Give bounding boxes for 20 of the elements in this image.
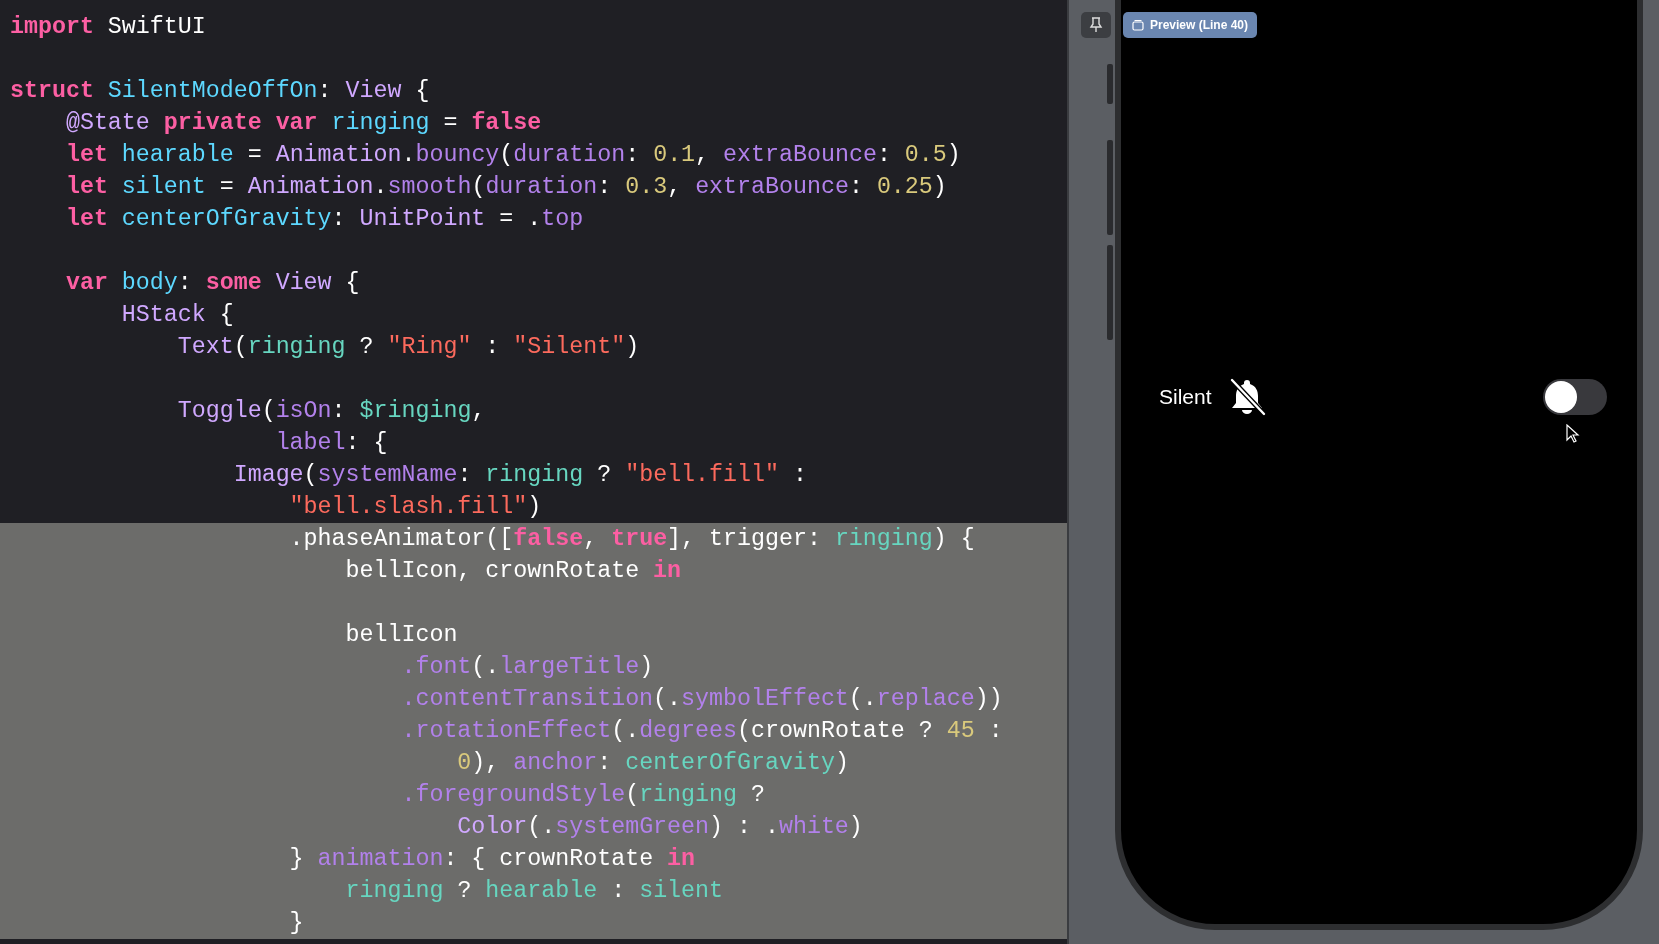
code-line: label: { [274, 429, 389, 458]
code-line: var body: some View { [64, 269, 361, 298]
preview-button[interactable]: Preview (Line 40) [1123, 12, 1258, 38]
pointer-cursor-icon [1566, 424, 1580, 444]
code-line: Text(ringing ? "Ring" : "Silent") [176, 333, 641, 362]
window-icon [1132, 19, 1144, 31]
code-line: HStack { [120, 301, 235, 330]
code-line: let centerOfGravity: UnitPoint = .top [64, 205, 585, 234]
pin-icon [1089, 17, 1103, 33]
code-line: "bell.slash.fill") [288, 493, 543, 522]
code-line: import SwiftUI [9, 13, 207, 42]
code-line: Image(systemName: ringing ? "bell.fill" : [232, 461, 808, 490]
code-line: let hearable = Animation.bouncy(duration: 0.1, extraBounce: 0.5) [64, 141, 962, 170]
toggle-switch[interactable] [1543, 379, 1607, 415]
code-line: @State private var ringing = false [64, 109, 543, 138]
code-line: Toggle(isOn: $ringing, [176, 397, 487, 426]
silent-label: Silent [1159, 385, 1212, 409]
code-line: struct SilentModeOffOn: View { [9, 77, 431, 106]
pin-button[interactable] [1081, 12, 1111, 38]
code-line: let silent = Animation.smooth(duration: 0.3, extraBounce: 0.25) [64, 173, 948, 202]
